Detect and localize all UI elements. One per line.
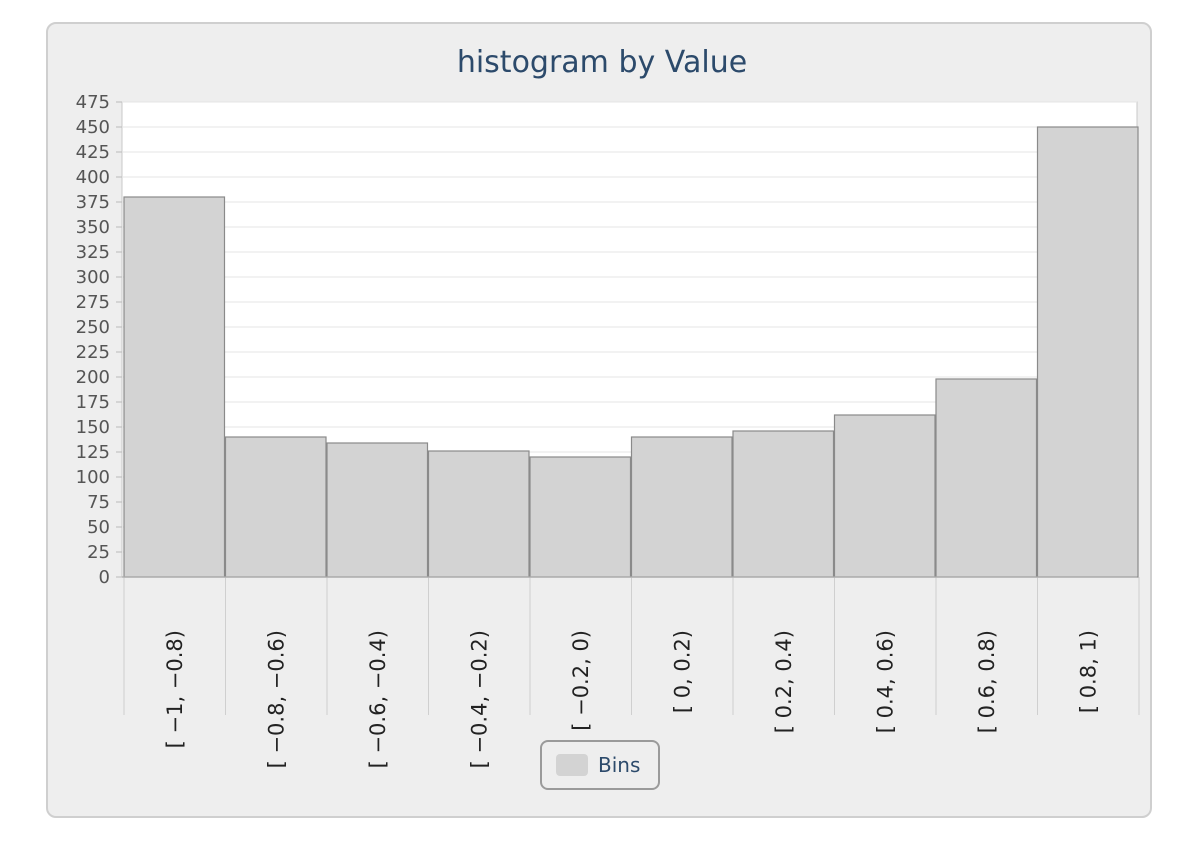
x-tick-label: [ 0.2, 0.4) [772,630,796,733]
y-tick-label: 250 [76,317,110,338]
bar [630,436,733,578]
y-tick-label: 325 [76,242,110,263]
x-tick-label: [ −0.6, −0.4) [366,630,390,768]
y-tick-label: 175 [76,392,110,413]
x-tick-label: [ −1, −0.8) [163,630,187,748]
y-tick-label: 75 [87,492,110,513]
x-tick-label: [ −0.2, 0) [569,630,593,731]
plot-area: 0 25 50 75 100 125 150 175 200 225 250 275 300 325 350… [76,92,1140,768]
y-tick-label: 475 [76,92,110,113]
bar [326,442,429,578]
chart-title: histogram by Value [457,45,747,80]
x-tick-label: [ 0.4, 0.6) [873,630,897,733]
y-tick-label: 50 [87,517,110,538]
y-tick-label: 275 [76,292,110,313]
bar [1036,126,1139,578]
bar [935,378,1038,578]
x-tick-label: [ 0.6, 0.8) [975,630,999,733]
x-tick-label: [ −0.8, −0.6) [264,630,288,768]
y-tick-label: 425 [76,142,110,163]
bar [732,430,835,578]
bar [123,196,226,578]
y-tick-label: 400 [76,167,110,188]
bar [833,414,936,578]
x-tick-label: [ 0.8, 1) [1076,630,1100,713]
y-tick-label: 300 [76,267,110,288]
bar [529,456,632,578]
y-tick-label: 25 [87,542,110,563]
y-tick-label: 350 [76,217,110,238]
legend-swatch-bins [556,754,588,776]
y-tick-label: 450 [76,117,110,138]
y-tick-label: 150 [76,417,110,438]
y-tick-label: 375 [76,192,110,213]
bar [224,436,327,578]
legend[interactable]: Bins [540,740,660,790]
y-tick-label: 0 [99,567,110,588]
y-tick-label: 100 [76,467,110,488]
y-tick-label: 200 [76,367,110,388]
y-tick-label: 125 [76,442,110,463]
histogram-chart: histogram by Value 0 25 50 75 100 125 150 175 20… [76,45,1140,768]
x-tick-label: [ −0.4, −0.2) [467,630,491,768]
y-tick-label: 225 [76,342,110,363]
legend-label-bins: Bins [598,753,641,777]
bar [427,450,530,578]
x-tick-label: [ 0, 0.2) [670,630,694,713]
